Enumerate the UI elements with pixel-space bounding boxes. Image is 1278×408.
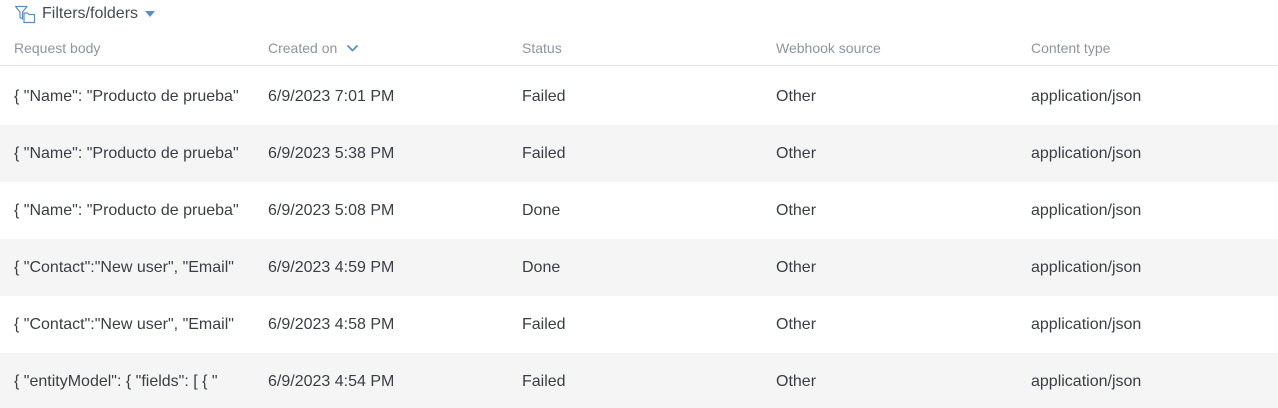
column-header-label: Content type	[1031, 40, 1111, 56]
column-header-label: Webhook source	[776, 40, 881, 56]
status-cell: Done	[522, 201, 561, 219]
request-body-cell: { "Name": "Producto de prueba"	[14, 145, 239, 162]
status-cell: Failed	[522, 87, 566, 105]
created-on-cell: 6/9/2023 5:08 PM	[268, 201, 395, 219]
webhook-source-cell: Other	[776, 372, 817, 390]
content-type-cell: application/json	[1031, 87, 1142, 105]
column-header-label: Created on	[268, 40, 338, 56]
table-row[interactable]: { "entityModel": { "fields": [ { " 6/9/2…	[0, 353, 1278, 408]
request-body-cell: { "Contact":"New user", "Email"	[14, 259, 234, 276]
created-on-cell: 6/9/2023 4:58 PM	[268, 315, 395, 333]
caret-down-icon	[145, 11, 156, 17]
webhook-source-cell: Other	[776, 315, 817, 333]
column-header-status[interactable]: Status	[522, 36, 562, 60]
sort-descending-icon	[347, 44, 359, 51]
status-cell: Failed	[522, 144, 566, 162]
table-row[interactable]: { "Contact":"New user", "Email" 6/9/2023…	[0, 296, 1278, 353]
request-body-cell: { "Name": "Producto de prueba"	[14, 202, 239, 219]
created-on-cell: 6/9/2023 5:38 PM	[268, 144, 395, 162]
created-on-cell: 6/9/2023 4:59 PM	[268, 258, 395, 276]
content-type-cell: application/json	[1031, 315, 1142, 333]
webhook-source-cell: Other	[776, 258, 817, 276]
request-body-cell: { "Contact":"New user", "Email"	[14, 316, 234, 333]
filters-folders-label: Filters/folders	[42, 5, 139, 22]
filters-folders-button[interactable]: Filters/folders	[14, 2, 156, 26]
column-header-request-body[interactable]: Request body	[14, 36, 100, 60]
column-header-webhook-source[interactable]: Webhook source	[776, 36, 881, 60]
content-type-cell: application/json	[1031, 201, 1142, 219]
webhook-source-cell: Other	[776, 87, 817, 105]
content-type-cell: application/json	[1031, 144, 1142, 162]
created-on-cell: 6/9/2023 4:54 PM	[268, 372, 395, 390]
webhook-source-cell: Other	[776, 144, 817, 162]
created-on-cell: 6/9/2023 7:01 PM	[268, 87, 395, 105]
request-body-cell: { "Name": "Producto de prueba"	[14, 88, 239, 105]
webhooks-list: Filters/folders Request body Created on …	[0, 0, 1278, 408]
table-header: Request body Created on Status Webhook s…	[0, 36, 1278, 66]
status-cell: Failed	[522, 315, 566, 333]
column-header-label: Request body	[14, 40, 101, 56]
table-row[interactable]: { "Name": "Producto de prueba" 6/9/2023 …	[0, 182, 1278, 239]
status-cell: Failed	[522, 372, 566, 390]
column-header-label: Status	[522, 40, 562, 56]
content-type-cell: application/json	[1031, 258, 1142, 276]
table-row[interactable]: { "Name": "Producto de prueba" 6/9/2023 …	[0, 125, 1278, 182]
content-type-cell: application/json	[1031, 372, 1142, 390]
column-header-created-on[interactable]: Created on	[268, 36, 359, 60]
request-body-cell: { "entityModel": { "fields": [ { "	[14, 373, 218, 390]
webhook-source-cell: Other	[776, 201, 817, 219]
table-row[interactable]: { "Contact":"New user", "Email" 6/9/2023…	[0, 239, 1278, 296]
filter-folder-icon	[14, 5, 36, 24]
table-row[interactable]: { "Name": "Producto de prueba" 6/9/2023 …	[0, 68, 1278, 125]
status-cell: Done	[522, 258, 561, 276]
column-header-content-type[interactable]: Content type	[1031, 36, 1110, 60]
